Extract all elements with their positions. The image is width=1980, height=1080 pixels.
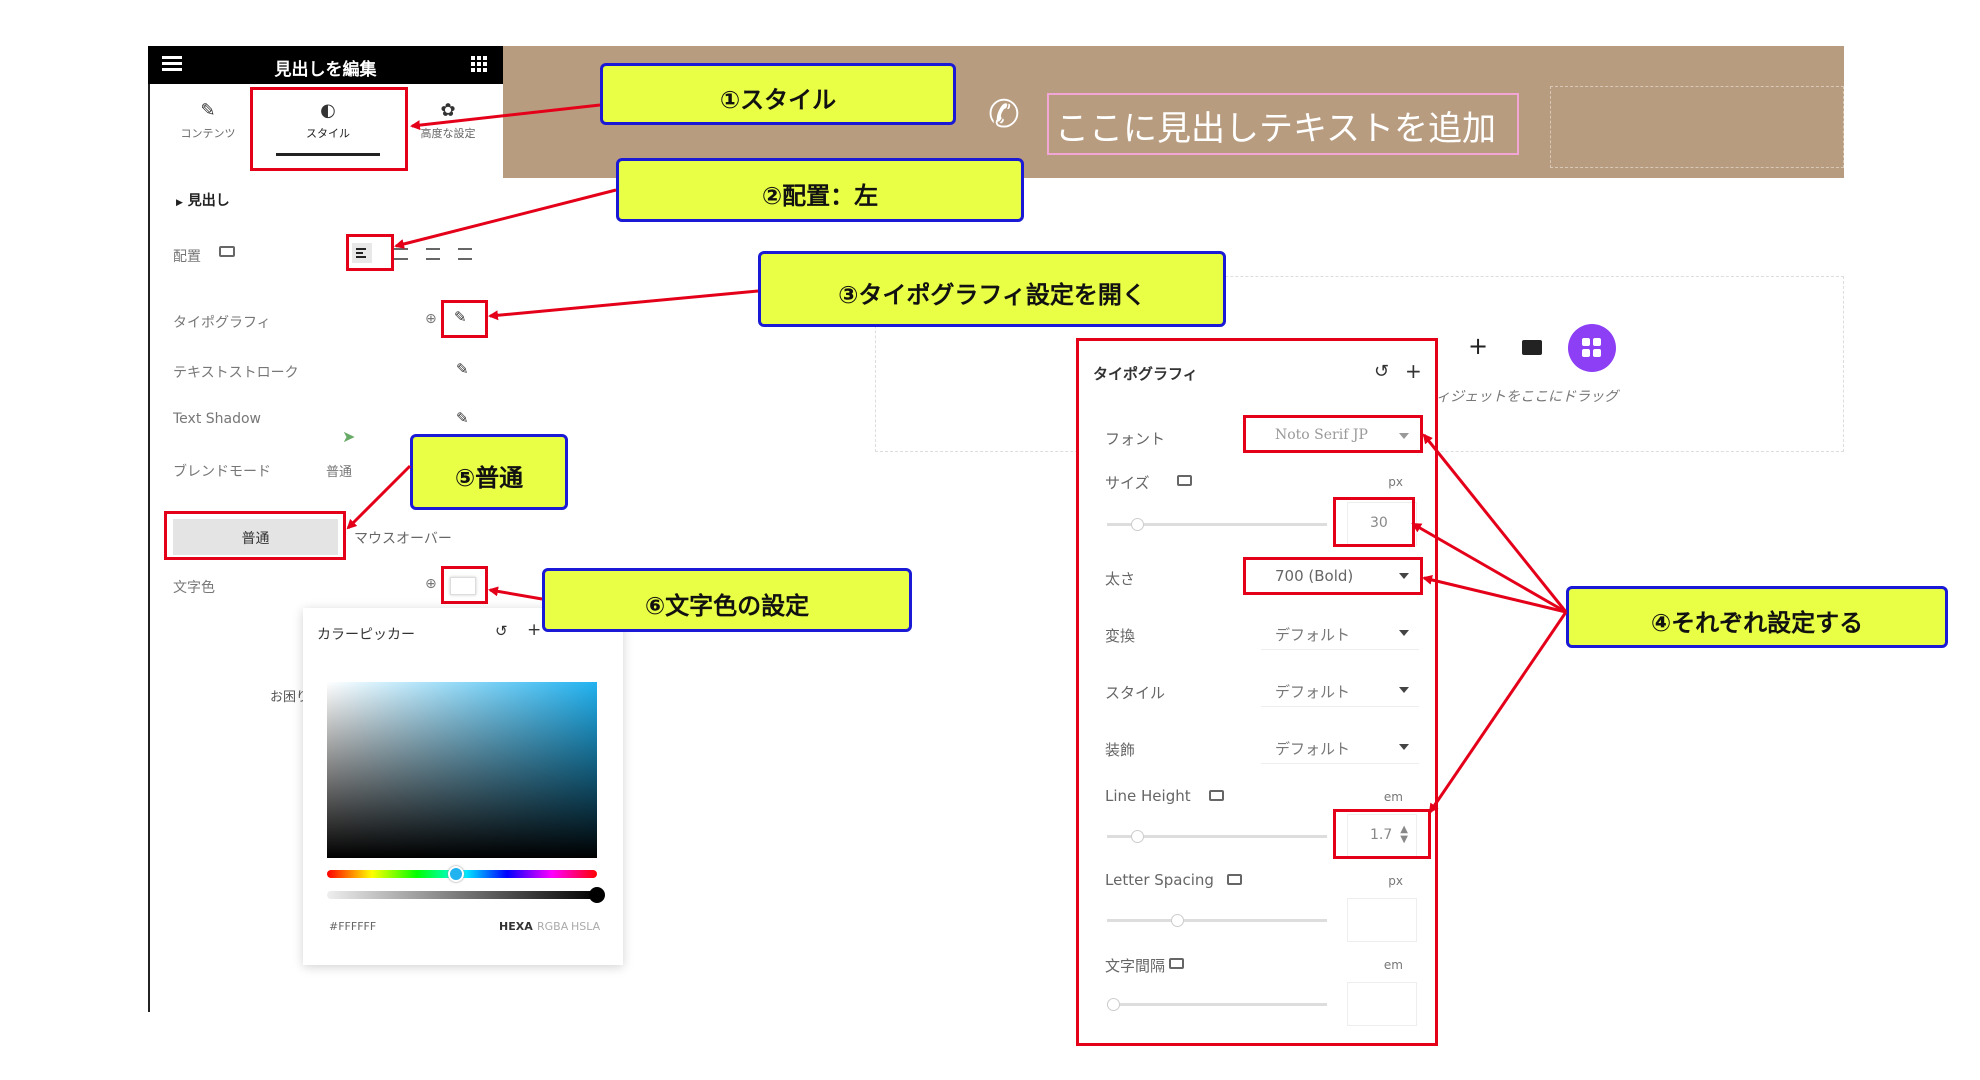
letter-spacing-unit[interactable]: px <box>1388 874 1403 888</box>
tab-advanced[interactable]: ✿ 高度な設定 <box>408 100 488 141</box>
decoration-label: 装飾 <box>1105 741 1136 759</box>
alpha-slider-knob[interactable] <box>589 887 605 903</box>
arrow-line-height <box>1428 611 1568 814</box>
monitor-icon <box>219 246 235 257</box>
text-stroke-edit-button[interactable]: ✎ <box>456 360 469 378</box>
monitor-icon <box>1177 475 1192 486</box>
state-tab-hover[interactable]: マウスオーバー <box>354 528 452 548</box>
editor-title: 見出しを編集 <box>274 60 377 80</box>
gear-icon: ✿ <box>440 100 456 121</box>
style-label: スタイル <box>1105 684 1166 702</box>
monitor-icon <box>1227 874 1242 885</box>
weight-label: 太さ <box>1105 570 1136 588</box>
alignment-label: 配置 <box>173 249 201 265</box>
reset-icon[interactable]: ↺ <box>495 622 508 640</box>
letter-spacing-input[interactable] <box>1347 898 1417 942</box>
blend-mode-label: ブレンドモード <box>173 464 271 480</box>
font-label: フォント <box>1105 430 1166 448</box>
word-spacing-slider-knob[interactable] <box>1107 998 1120 1011</box>
arrow-font <box>1422 433 1568 613</box>
highlight-text-color <box>441 566 488 604</box>
line-height-slider[interactable] <box>1107 830 1327 843</box>
callout-normal: ⑤普通 <box>410 434 568 510</box>
widget-grid-button[interactable] <box>1568 324 1616 372</box>
transform-label: 変換 <box>1105 627 1136 645</box>
callout-style: ①スタイル <box>600 63 956 125</box>
section-heading[interactable]: ▶ 見出し <box>176 190 230 210</box>
text-shadow-edit-button[interactable]: ✎ <box>456 409 469 427</box>
transform-select[interactable]: デフォルト <box>1261 616 1419 650</box>
highlight-weight <box>1243 557 1423 595</box>
size-unit[interactable]: px <box>1388 475 1403 489</box>
caret-right-icon: ▶ <box>176 198 183 208</box>
arrow-weight <box>1422 575 1567 614</box>
mode-hexa[interactable]: HEXA <box>499 920 533 933</box>
add-section-plus-icon[interactable]: + <box>1468 332 1488 360</box>
phone-icon: ✆ <box>988 92 1020 136</box>
callout-open-typography: ③タイポグラフィ設定を開く <box>758 251 1226 327</box>
globe-icon[interactable]: ⊕ <box>425 311 437 327</box>
word-spacing-unit[interactable]: em <box>1384 958 1403 972</box>
highlight-font <box>1243 415 1423 453</box>
align-center-button[interactable] <box>394 248 408 260</box>
blend-mode-select[interactable]: 普通 <box>326 461 352 480</box>
size-slider[interactable] <box>1107 518 1327 531</box>
mouse-cursor-icon: ➤ <box>342 427 356 446</box>
plus-icon[interactable]: + <box>1405 359 1422 383</box>
line-height-unit[interactable]: em <box>1384 790 1403 804</box>
highlight-typography-edit <box>441 300 488 338</box>
mode-hsla[interactable]: HSLA <box>571 920 600 933</box>
size-label: サイズ <box>1105 474 1150 492</box>
highlight-style-tab <box>250 87 408 171</box>
heading-widget[interactable]: ここに見出しテキストを追加 <box>1047 93 1519 155</box>
template-folder-icon[interactable] <box>1522 340 1542 355</box>
typography-popup: タイポグラフィ ↺ + フォント Noto Serif JP サイズ px 30… <box>1076 338 1438 1046</box>
hue-slider-knob[interactable] <box>448 866 464 882</box>
size-slider-knob[interactable] <box>1131 518 1144 531</box>
callout-text-color: ⑥文字色の設定 <box>542 568 912 632</box>
hex-input[interactable]: #FFFFFF <box>329 920 376 933</box>
monitor-icon <box>1209 790 1224 801</box>
letter-spacing-slider-knob[interactable] <box>1171 914 1184 927</box>
text-stroke-label: テキストストローク <box>173 365 299 381</box>
style-select[interactable]: デフォルト <box>1261 673 1419 707</box>
pencil-icon: ✎ <box>200 100 216 121</box>
typography-popup-title: タイポグラフィ <box>1093 365 1198 383</box>
line-height-label: Line Height <box>1105 787 1191 805</box>
line-height-slider-knob[interactable] <box>1131 830 1144 843</box>
word-spacing-label: 文字間隔 <box>1105 957 1166 975</box>
word-spacing-input[interactable] <box>1347 982 1417 1026</box>
color-saturation-area[interactable] <box>327 682 597 858</box>
drag-hint: ィジェットをここにドラッグ <box>1436 389 1618 405</box>
highlight-normal-tab <box>164 511 346 560</box>
editor-topbar: 見出しを編集 <box>148 46 503 84</box>
empty-column[interactable] <box>1550 86 1844 168</box>
letter-spacing-slider[interactable] <box>1107 914 1327 927</box>
typography-label: タイポグラフィ <box>173 315 271 331</box>
text-color-label: 文字色 <box>173 580 215 596</box>
mode-rgba[interactable]: RGBA <box>537 920 568 933</box>
callout-set-each: ④それぞれ設定する <box>1566 586 1948 648</box>
highlight-size <box>1333 497 1415 547</box>
plus-icon[interactable]: + <box>527 620 541 640</box>
highlight-line-height <box>1333 809 1431 859</box>
monitor-icon <box>1169 958 1184 969</box>
reset-icon[interactable]: ↺ <box>1374 361 1389 382</box>
arrow-typography <box>488 289 759 321</box>
callout-align-left: ②配置：左 <box>616 158 1024 222</box>
align-right-button[interactable] <box>426 248 440 260</box>
alpha-slider[interactable] <box>327 891 597 899</box>
tab-content[interactable]: ✎ コンテンツ <box>168 100 248 141</box>
text-shadow-label: Text Shadow <box>173 411 262 427</box>
color-picker-title: カラーピッカー <box>317 627 415 643</box>
globe-icon[interactable]: ⊕ <box>425 576 437 592</box>
word-spacing-slider[interactable] <box>1107 998 1327 1011</box>
highlight-align-left <box>346 234 394 271</box>
letter-spacing-label: Letter Spacing <box>1105 871 1214 889</box>
apps-grid-icon[interactable] <box>471 56 487 72</box>
color-picker-popup: カラーピッカー ↺ + #FFFFFF HEXA RGBA HSLA <box>303 608 623 965</box>
decoration-select[interactable]: デフォルト <box>1261 730 1419 764</box>
align-justify-button[interactable] <box>458 248 472 260</box>
